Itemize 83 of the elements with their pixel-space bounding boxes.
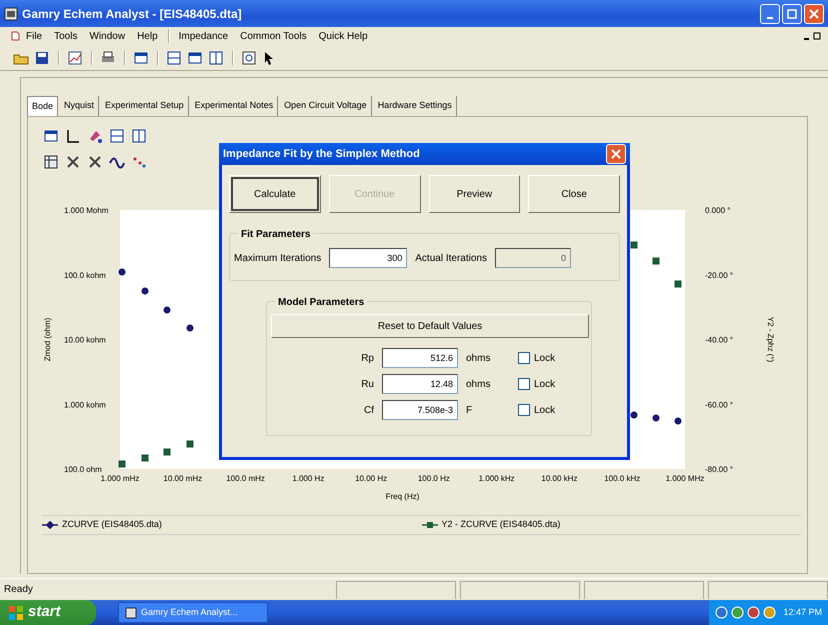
grid-icon[interactable] xyxy=(42,153,60,171)
dialog-button[interactable]: Preview xyxy=(428,175,520,213)
clock: 12:47 PM xyxy=(783,606,822,619)
checkbox[interactable] xyxy=(518,404,530,416)
unit-label: F xyxy=(465,404,474,418)
unit-label: ohms xyxy=(465,352,492,366)
tick-label: 10.00 kohm xyxy=(64,336,106,344)
checkbox-label: Lock xyxy=(534,352,556,366)
menu-item[interactable]: Common Tools xyxy=(234,28,313,44)
chart-icon[interactable] xyxy=(66,48,84,66)
tick-label: 100.0 kHz xyxy=(604,474,640,483)
tick-label: 1.000 MHz xyxy=(666,474,704,483)
start-button[interactable]: start xyxy=(0,600,96,625)
tab[interactable]: Bode xyxy=(27,96,58,116)
legend-label: ZCURVE (EIS48405.dta) xyxy=(62,518,162,532)
close-button[interactable] xyxy=(804,4,824,24)
tick-label: 10.00 mHz xyxy=(163,474,202,483)
menu-item[interactable]: Impedance xyxy=(172,28,234,44)
columns-icon[interactable] xyxy=(207,48,225,66)
maximize-icon xyxy=(787,8,797,18)
axis-title: Freq (Hz) xyxy=(386,492,420,501)
tick-label: 1.000 Mohm xyxy=(64,206,108,215)
tray-icon[interactable] xyxy=(715,606,728,619)
rows-icon[interactable] xyxy=(108,127,126,145)
parameter-label: Cf xyxy=(363,404,375,418)
minimize-icon xyxy=(767,16,773,18)
menu-item[interactable]: Quick Help xyxy=(312,28,374,44)
tick-label: 0.000 ° xyxy=(705,206,730,215)
input-field[interactable]: 7.508e-3 xyxy=(382,400,458,420)
app-icon xyxy=(4,6,18,20)
tick-label: 100.0 ohm xyxy=(64,465,102,474)
axis-title: Y2 - Zphz (°) xyxy=(766,316,775,362)
axis-title: Zmod (ohm) xyxy=(43,318,52,362)
close-icon xyxy=(611,149,621,159)
dialog-button[interactable]: Calculate xyxy=(229,175,321,213)
reset-button[interactable]: Reset to Default Values xyxy=(271,314,589,338)
tick-label: 100.0 Hz xyxy=(418,474,450,483)
document-icon[interactable] xyxy=(10,31,20,41)
input-field[interactable]: 12.48 xyxy=(382,374,458,394)
close-button[interactable] xyxy=(606,144,626,164)
checkbox-label: Lock xyxy=(534,378,556,392)
tick-label: 1.000 mHz xyxy=(100,474,140,483)
parameter-label: Rp xyxy=(360,352,375,366)
tick-label: -40.00 ° xyxy=(705,336,734,344)
checkbox-label: Lock xyxy=(534,404,556,418)
tick-label: -60.00 ° xyxy=(705,400,734,410)
field-label: Actual Iterations xyxy=(415,252,487,266)
maximize-button[interactable] xyxy=(782,4,802,24)
menu-item[interactable]: Tools xyxy=(48,28,84,44)
app-icon xyxy=(125,606,137,618)
tick-label: 1.000 kHz xyxy=(478,474,515,483)
tick-label: 100.0 mHz xyxy=(226,474,265,483)
tray-icon[interactable] xyxy=(731,606,744,619)
field-label: Maximum Iterations xyxy=(234,252,322,266)
tick-label: 10.00 Hz xyxy=(355,474,388,483)
input-field[interactable]: 300 xyxy=(329,248,408,268)
menu-item[interactable]: Help xyxy=(131,28,164,44)
status-text: Ready xyxy=(4,583,33,597)
close-icon xyxy=(809,8,819,18)
tick-label: -80.00 ° xyxy=(705,465,734,474)
tick-label: -20.00 ° xyxy=(705,270,734,280)
four-squares-icon xyxy=(8,604,24,620)
minimize-button[interactable] xyxy=(760,4,780,24)
legend-label: Y2 - ZCURVE (EIS48405.dta) xyxy=(442,518,560,532)
tray-icon[interactable] xyxy=(763,606,776,619)
unit-label: ohms xyxy=(465,378,492,392)
checkbox[interactable] xyxy=(518,352,530,364)
dialog-title: Impedance Fit by the Simplex Method xyxy=(223,146,420,162)
tick-label: 10.00 kHz xyxy=(541,474,578,483)
tick-label: 1.000 Hz xyxy=(292,474,324,483)
tick-label: 1.000 kohm xyxy=(64,400,106,410)
columns-icon[interactable] xyxy=(130,127,148,145)
dialog-button[interactable]: Close xyxy=(528,175,620,213)
taskbar-button[interactable]: Gamry Echem Analyst... xyxy=(118,602,268,623)
input-field[interactable]: 512.6 xyxy=(382,348,458,368)
parameter-label: Ru xyxy=(360,378,375,392)
menu-item[interactable]: Window xyxy=(83,28,132,44)
menu-item[interactable]: File xyxy=(20,28,48,44)
rows-icon[interactable] xyxy=(165,48,183,66)
tray-icon[interactable] xyxy=(747,606,760,619)
window-title: Gamry Echem Analyst - [EIS48405.dta] xyxy=(22,6,242,22)
checkbox[interactable] xyxy=(518,378,530,390)
tick-label: 100.0 kohm xyxy=(64,270,106,280)
